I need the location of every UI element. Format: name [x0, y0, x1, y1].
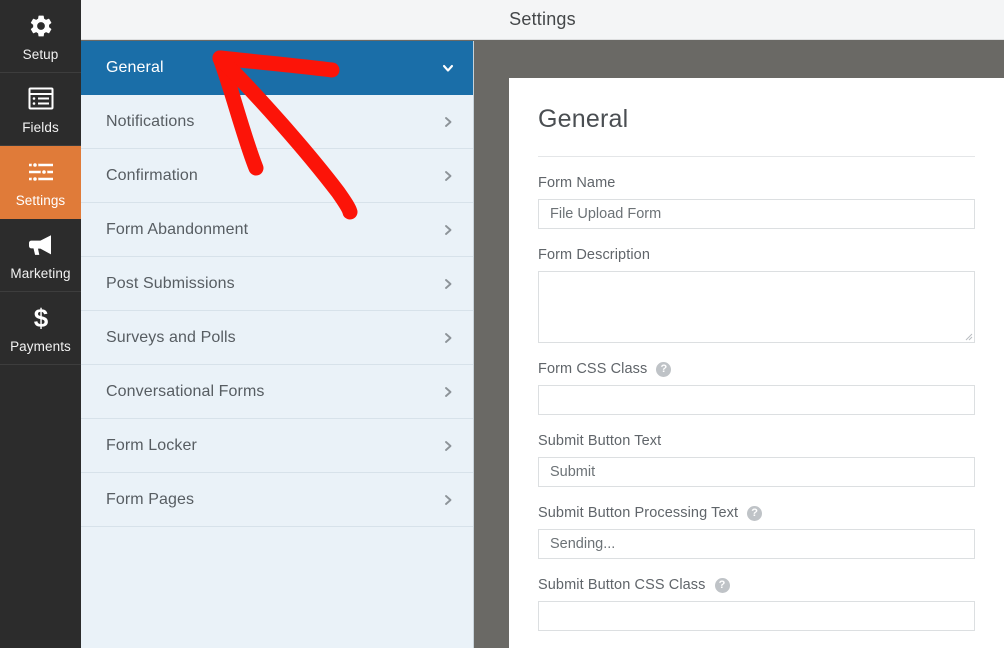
- field-submit-button-processing-text: Submit Button Processing Text ?: [538, 505, 975, 559]
- help-circle-icon[interactable]: ?: [656, 361, 672, 377]
- sidebar-item-notifications[interactable]: Notifications: [81, 95, 473, 149]
- dollar-icon: $: [31, 303, 51, 333]
- field-label-text: Submit Button CSS Class: [538, 577, 706, 593]
- sidebar-item-surveys-and-polls[interactable]: Surveys and Polls: [81, 311, 473, 365]
- rail-item-payments[interactable]: $ Payments: [0, 292, 81, 365]
- sidebar-item-label: Surveys and Polls: [106, 328, 236, 346]
- rail-item-label: Settings: [15, 192, 66, 208]
- field-form-description: Form Description: [538, 247, 975, 343]
- chevron-right-icon: [441, 277, 455, 291]
- help-circle-icon[interactable]: ?: [747, 505, 763, 521]
- chevron-right-icon: [441, 385, 455, 399]
- gear-icon: [28, 11, 54, 41]
- sidebar-item-label: General: [106, 58, 164, 76]
- chevron-right-icon: [441, 331, 455, 345]
- chevron-down-icon: [441, 61, 455, 75]
- field-label: Form Name: [538, 175, 975, 191]
- sidebar-item-label: Form Locker: [106, 436, 197, 454]
- field-label: Form CSS Class ?: [538, 361, 975, 377]
- field-label: Form Description: [538, 247, 975, 263]
- sidebar-item-post-submissions[interactable]: Post Submissions: [81, 257, 473, 311]
- chevron-right-icon: [441, 493, 455, 507]
- rail-item-settings[interactable]: Settings: [0, 146, 81, 219]
- settings-nav-list: General Notifications Confirmation Form …: [81, 41, 474, 648]
- sidebar-item-form-locker[interactable]: Form Locker: [81, 419, 473, 473]
- sidebar-item-label: Confirmation: [106, 166, 198, 184]
- fields-icon: [28, 84, 54, 114]
- sidebar-item-conversational-forms[interactable]: Conversational Forms: [81, 365, 473, 419]
- form-description-input[interactable]: [538, 271, 975, 343]
- rail-item-label: Fields: [22, 119, 59, 135]
- chevron-right-icon: [441, 223, 455, 237]
- submit-button-processing-text-input[interactable]: [538, 529, 975, 559]
- field-label-text: Form CSS Class: [538, 361, 648, 377]
- textarea-wrapper: [538, 271, 975, 343]
- sidebar-item-confirmation[interactable]: Confirmation: [81, 149, 473, 203]
- form-css-class-input[interactable]: [538, 385, 975, 415]
- megaphone-icon: [27, 230, 55, 260]
- top-bar: Settings: [81, 0, 1004, 40]
- general-settings-panel: General Form Name Form Description Form …: [509, 78, 1004, 648]
- svg-text:$: $: [33, 304, 48, 332]
- field-label-text: Form Name: [538, 175, 616, 191]
- rail-item-label: Setup: [22, 46, 59, 62]
- submit-button-text-input[interactable]: [538, 457, 975, 487]
- primary-nav-rail: Setup Fields Settings Marketing $ Paymen…: [0, 0, 81, 648]
- chevron-right-icon: [441, 169, 455, 183]
- rail-item-label: Payments: [10, 338, 71, 354]
- rail-item-fields[interactable]: Fields: [0, 73, 81, 146]
- field-submit-button-css-class: Submit Button CSS Class ?: [538, 577, 975, 631]
- sidebar-item-label: Form Abandonment: [106, 220, 249, 238]
- rail-item-marketing[interactable]: Marketing: [0, 219, 81, 292]
- field-label: Submit Button CSS Class ?: [538, 577, 975, 593]
- chevron-right-icon: [441, 439, 455, 453]
- sidebar-item-label: Post Submissions: [106, 274, 235, 292]
- sliders-icon: [27, 157, 55, 187]
- sidebar-item-form-abandonment[interactable]: Form Abandonment: [81, 203, 473, 257]
- sidebar-item-general[interactable]: General: [81, 41, 473, 95]
- sidebar-item-label: Notifications: [106, 112, 195, 130]
- panel-heading: General: [538, 78, 975, 157]
- field-label-text: Form Description: [538, 247, 650, 263]
- settings-screen: Setup Fields Settings Marketing $ Paymen…: [0, 0, 1004, 648]
- submit-button-css-class-input[interactable]: [538, 601, 975, 631]
- rail-item-setup[interactable]: Setup: [0, 0, 81, 73]
- sidebar-item-form-pages[interactable]: Form Pages: [81, 473, 473, 527]
- settings-nav-empty-area: [81, 527, 473, 627]
- field-submit-button-text: Submit Button Text: [538, 433, 975, 487]
- help-circle-icon[interactable]: ?: [714, 577, 730, 593]
- sidebar-item-label: Form Pages: [106, 490, 195, 508]
- form-name-input[interactable]: [538, 199, 975, 229]
- page-title: Settings: [509, 9, 576, 29]
- field-label: Submit Button Text: [538, 433, 975, 449]
- field-form-css-class: Form CSS Class ?: [538, 361, 975, 415]
- rail-item-label: Marketing: [10, 265, 71, 281]
- field-label: Submit Button Processing Text ?: [538, 505, 975, 521]
- chevron-right-icon: [441, 115, 455, 129]
- field-label-text: Submit Button Text: [538, 433, 662, 449]
- field-form-name: Form Name: [538, 175, 975, 229]
- sidebar-item-label: Conversational Forms: [106, 382, 265, 400]
- field-label-text: Submit Button Processing Text: [538, 505, 739, 521]
